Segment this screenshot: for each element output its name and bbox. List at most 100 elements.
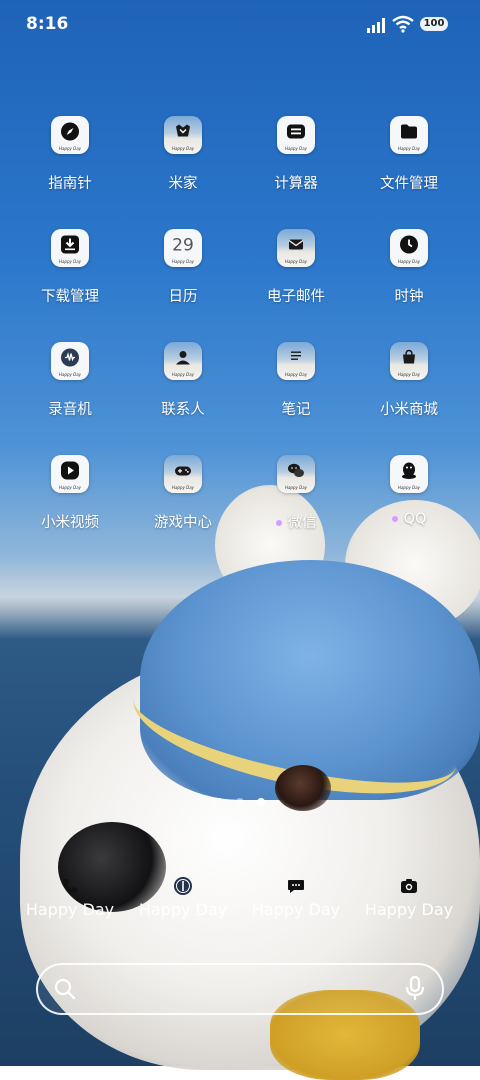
icon-caption: Happy Day: [397, 259, 421, 264]
dock-camera[interactable]: Happy Day: [353, 876, 465, 919]
icon-caption: Happy Day: [171, 146, 195, 151]
app-label-text: 游戏中心: [154, 515, 212, 531]
icon-caption: Happy Day: [138, 900, 228, 919]
icon-caption: Happy Day: [284, 372, 308, 377]
phone-icon: Happy Day: [14, 876, 126, 919]
app-label: 笔记: [240, 398, 352, 419]
dock-phone[interactable]: Happy Day: [14, 876, 126, 919]
icon-caption: Happy Day: [397, 146, 421, 151]
wechat-icon-glyph: [286, 461, 306, 484]
app-label-text: 计算器: [274, 176, 318, 192]
icon-caption: Happy Day: [251, 900, 341, 919]
page-list-icon: [213, 798, 221, 807]
app-notes[interactable]: Happy Day 笔记: [240, 342, 352, 419]
app-label-text: 指南针: [48, 176, 92, 192]
search-bar[interactable]: [36, 963, 444, 1015]
app-recorder[interactable]: Happy Day 录音机: [14, 342, 126, 419]
page-dot-inactive: [236, 798, 244, 806]
app-wechat[interactable]: Happy Day 微信: [240, 455, 352, 532]
app-label-text: 笔记: [281, 402, 311, 418]
icon-caption: Happy Day: [364, 900, 454, 919]
app-contacts[interactable]: Happy Day 联系人: [127, 342, 239, 419]
battery-icon: 100: [420, 17, 448, 31]
icon-caption: Happy Day: [284, 485, 308, 490]
app-compass[interactable]: Happy Day 指南针: [14, 116, 126, 193]
app-file-manager[interactable]: Happy Day 文件管理: [353, 116, 465, 193]
app-clock[interactable]: Happy Day 时钟: [353, 229, 465, 306]
recorder-icon: Happy Day: [51, 342, 89, 380]
app-label: 时钟: [353, 285, 465, 306]
dog-eye: [275, 765, 331, 811]
icon-caption: Happy Day: [284, 259, 308, 264]
app-mi-store[interactable]: Happy Day 小米商城: [353, 342, 465, 419]
icon-caption: Happy Day: [171, 259, 195, 264]
app-label: QQ: [353, 511, 465, 527]
app-label: 游戏中心: [127, 511, 239, 532]
app-label: 电子邮件: [240, 285, 352, 306]
dock-browser[interactable]: Happy Day: [127, 876, 239, 919]
mi-home-icon-glyph: [173, 122, 193, 145]
camera-icon: Happy Day: [353, 876, 465, 919]
folder-icon: Happy Day: [390, 116, 428, 154]
app-label: 计算器: [240, 172, 352, 193]
messages-icon-glyph: [240, 876, 352, 900]
gamepad-icon-glyph: [173, 461, 193, 484]
page-indicator[interactable]: [213, 797, 273, 807]
app-label: 指南针: [14, 172, 126, 193]
mi-home-icon: Happy Day: [164, 116, 202, 154]
icon-caption: Happy Day: [58, 146, 82, 151]
compass-icon: Happy Day: [51, 116, 89, 154]
app-label-text: 小米商城: [380, 402, 438, 418]
icon-caption: Happy Day: [58, 372, 82, 377]
calculator-icon-glyph: [286, 122, 306, 145]
dock-messages[interactable]: Happy Day: [240, 876, 352, 919]
email-icon-glyph: [286, 235, 306, 258]
video-play-icon-glyph: [60, 461, 80, 484]
app-email[interactable]: Happy Day 电子邮件: [240, 229, 352, 306]
calendar-icon: 29 Happy Day: [164, 229, 202, 267]
folder-icon-glyph: [399, 122, 419, 145]
app-label-text: 日历: [168, 289, 198, 305]
new-notification-dot: [275, 520, 282, 526]
icon-caption: Happy Day: [58, 485, 82, 490]
app-calendar[interactable]: 29 Happy Day 日历: [127, 229, 239, 306]
app-label-text: 录音机: [48, 402, 92, 418]
phone-icon-glyph: [14, 876, 126, 900]
browser-icon-glyph: [127, 876, 239, 900]
compass-icon-glyph: [60, 122, 80, 145]
calendar-icon-glyph: 29: [172, 235, 194, 256]
app-mi-home[interactable]: Happy Day 米家: [127, 116, 239, 193]
app-label: 小米视频: [14, 511, 126, 532]
app-label-text: 联系人: [161, 402, 205, 418]
icon-caption: Happy Day: [397, 485, 421, 490]
video-play-icon: Happy Day: [51, 455, 89, 493]
icon-caption: Happy Day: [397, 372, 421, 377]
app-label: 微信: [240, 511, 352, 532]
clock-icon: Happy Day: [390, 229, 428, 267]
app-label-text: 电子邮件: [267, 289, 325, 305]
mic-icon[interactable]: [404, 976, 426, 1002]
page-dot-active: [257, 798, 265, 806]
app-game-center[interactable]: Happy Day 游戏中心: [127, 455, 239, 532]
contacts-icon: Happy Day: [164, 342, 202, 380]
download-icon: Happy Day: [51, 229, 89, 267]
clock-icon-glyph: [399, 235, 419, 258]
app-label-text: 文件管理: [380, 176, 438, 192]
icon-caption: Happy Day: [25, 900, 115, 919]
app-qq[interactable]: Happy Day QQ: [353, 455, 465, 527]
app-calculator[interactable]: Happy Day 计算器: [240, 116, 352, 193]
download-icon-glyph: [60, 235, 80, 258]
app-downloads[interactable]: Happy Day 下载管理: [14, 229, 126, 306]
qq-penguin-icon: Happy Day: [390, 455, 428, 493]
app-label-text: QQ: [403, 511, 427, 527]
app-label: 米家: [127, 172, 239, 193]
recorder-icon-glyph: [60, 348, 80, 371]
mi-store-icon-glyph: [399, 348, 419, 371]
icon-caption: Happy Day: [171, 372, 195, 377]
app-label: 下载管理: [14, 285, 126, 306]
app-mi-video[interactable]: Happy Day 小米视频: [14, 455, 126, 532]
mi-store-icon: Happy Day: [390, 342, 428, 380]
app-label: 联系人: [127, 398, 239, 419]
signal-icon: [367, 18, 385, 33]
qq-penguin-icon-glyph: [399, 461, 419, 484]
